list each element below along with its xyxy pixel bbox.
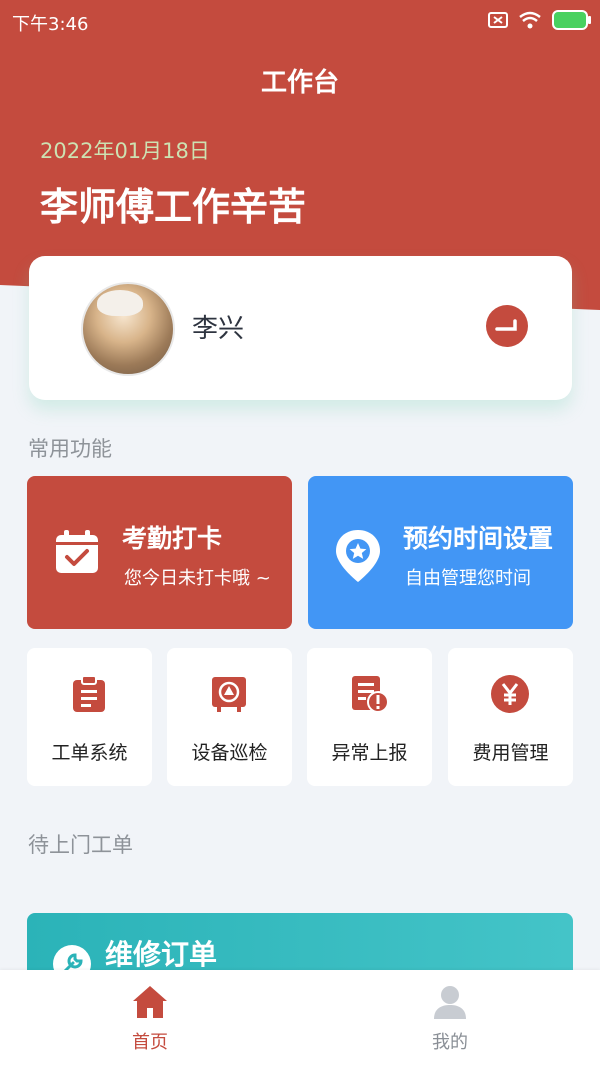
clipboard-icon — [73, 675, 105, 712]
attendance-subtitle: 您今日未打卡哦 ~ — [124, 568, 271, 589]
page-title: 工作台 — [260, 68, 339, 98]
tile-expense[interactable]: 费用管理 — [448, 648, 573, 786]
wifi-icon — [519, 11, 541, 29]
greeting: 李师傅工作辛苦 — [40, 185, 307, 229]
logout-button[interactable] — [486, 305, 528, 347]
battery-icon — [552, 10, 591, 30]
tile-inspection[interactable]: 设备巡检 — [167, 648, 292, 786]
tab-label: 首页 — [132, 1032, 168, 1053]
tab-profile[interactable]: 我的 — [390, 984, 510, 1054]
location-star-icon — [336, 530, 380, 582]
schedule-subtitle: 自由管理您时间 — [405, 568, 531, 589]
status-bar: 下午3:46 — [0, 0, 600, 44]
logout-icon — [495, 319, 517, 331]
section-title-common: 常用功能 — [28, 437, 112, 461]
header-date: 2022年01月18日 — [40, 139, 210, 163]
schedule-title: 预约时间设置 — [403, 524, 554, 553]
profile-icon — [434, 986, 466, 1019]
report-icon — [352, 676, 389, 713]
tab-home[interactable]: 首页 — [90, 984, 210, 1054]
inspection-icon — [212, 677, 246, 712]
attendance-title: 考勤打卡 — [122, 524, 223, 553]
tile-label: 异常上报 — [331, 742, 408, 764]
avatar[interactable] — [81, 282, 175, 376]
schedule-card[interactable]: 预约时间设置 自由管理您时间 — [308, 476, 573, 629]
yen-icon — [491, 675, 529, 713]
section-title-pending: 待上门工单 — [28, 833, 133, 857]
attendance-card[interactable]: 考勤打卡 您今日未打卡哦 ~ — [27, 476, 292, 629]
calendar-icon — [56, 530, 98, 573]
status-time: 下午3:46 — [12, 14, 89, 35]
home-icon — [133, 986, 167, 1018]
bottom-tab-bar: 首页 我的 — [0, 970, 600, 1070]
tab-label: 我的 — [432, 1032, 468, 1053]
status-icons — [488, 10, 591, 30]
tile-label: 费用管理 — [472, 742, 549, 764]
tile-label: 工单系统 — [51, 742, 128, 764]
tile-work-order[interactable]: 工单系统 — [27, 648, 152, 786]
user-name: 李兴 — [192, 314, 245, 344]
tile-exception-report[interactable]: 异常上报 — [307, 648, 432, 786]
user-card[interactable]: 李兴 — [29, 256, 572, 400]
tile-label: 设备巡检 — [191, 742, 268, 764]
sim-icon — [488, 12, 508, 28]
repair-order-title: 维修订单 — [105, 938, 218, 971]
